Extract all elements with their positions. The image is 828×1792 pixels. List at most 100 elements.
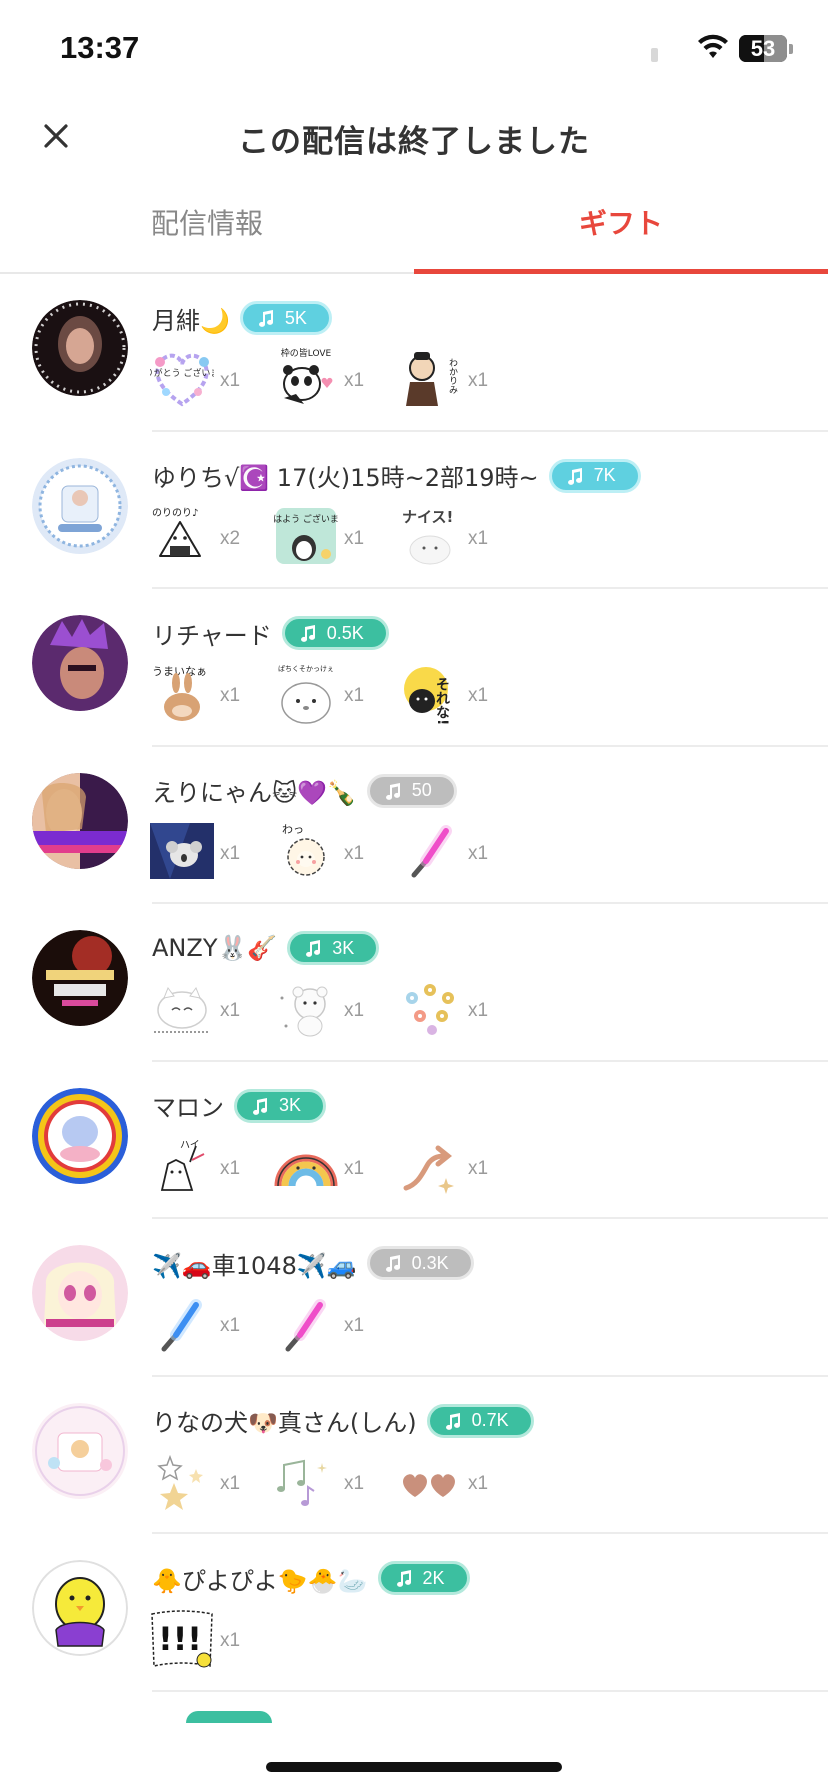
row-divider [152, 1689, 828, 1692]
pink-glowstick-icon [285, 1299, 326, 1352]
gifter-row[interactable]: ANZY🐰🎸 3K x1 x1 x1 [0, 904, 828, 1062]
status-time: 13:37 [60, 30, 140, 65]
gift-count: x1 [344, 1472, 365, 1494]
gifter-row[interactable]: ✈️🚗車1048✈️🚙 0.3K x1 x1 [0, 1219, 828, 1377]
hearts-sticker-icon [403, 1473, 455, 1497]
sheep-sticker-icon: わっ [282, 823, 325, 876]
gift-item: x1 [398, 1449, 522, 1513]
gift-item: x1 [398, 1134, 522, 1198]
gifter-row[interactable]: 月緋🌙 5K ありがとう ございます x1 枠の皆LOVE [0, 274, 828, 432]
badge-value: 0.5K [326, 622, 364, 643]
penguin-good-morning-sticker-icon: おはよう ございます [274, 507, 338, 564]
music-note-icon [396, 1570, 411, 1587]
music-note-icon [300, 625, 315, 642]
gifter-name: リチャード [152, 621, 272, 650]
nice-cat-sticker-icon: ナイス! [402, 508, 453, 564]
avatar[interactable] [32, 930, 128, 1026]
next-row-badge-partial [186, 1711, 272, 1723]
battery-icon: 53 [739, 35, 787, 62]
panda-love-sticker-icon: 枠の皆LOVE [281, 347, 333, 404]
gifter-name: ANZY🐰🎸 [152, 934, 278, 962]
music-note-icon [567, 467, 582, 485]
battery-level: 53 [750, 36, 776, 61]
gift-item: x1 [274, 1449, 398, 1513]
gift-item: !!! x1 [150, 1606, 274, 1670]
gifter-row[interactable]: リチャード 0.5K うまいなぁ x1 ぱちくそかっけぇ x1 それな!! x1 [0, 589, 828, 747]
tab-gifts[interactable]: ギフト [414, 202, 828, 242]
gifter-name: えりにゃん🐱💜🍾 [152, 779, 357, 807]
arrow-sparkle-sticker-icon [403, 1145, 454, 1194]
gift-count: x2 [220, 527, 241, 549]
gifter-name: マロン [152, 1094, 224, 1122]
gifter-name: ✈️🚗車1048✈️🚙 [152, 1251, 357, 1280]
avatar[interactable] [32, 1245, 128, 1341]
tab-bar: 配信情報 ギフト [0, 192, 828, 274]
avatar[interactable] [32, 1560, 128, 1656]
sticker-text: それな!! [434, 677, 450, 725]
gift-points-badge: 50 [366, 773, 457, 808]
tab-stream-info[interactable]: 配信情報 [0, 202, 414, 242]
gift-item: それな!! x1 [398, 661, 522, 725]
sticker-text: ナイス! [402, 508, 453, 526]
sticker-text: ぱちくそかっけぇ [278, 665, 334, 673]
music-notes-sticker-icon [277, 1459, 327, 1506]
gift-points-badge: 5K [239, 301, 332, 335]
badge-value: 50 [411, 780, 432, 800]
gifter-row[interactable]: 🐥ぴよぴよ🐤🐣🦢 2K !!! x1 [0, 1534, 828, 1692]
gift-item: うまいなぁ x1 [150, 661, 274, 725]
gift-item: のりのり♪ x2 [150, 504, 274, 568]
gift-item: ハイ x1 [150, 1134, 274, 1198]
black-cat-sorena-sticker-icon: それな!! [404, 667, 450, 725]
sticker-text: !!! [158, 1620, 202, 1658]
page-title: この配信は終了しました [238, 124, 590, 160]
gifter-row[interactable]: マロン 3K ハイ x1 x1 x1 [0, 1062, 828, 1219]
gift-count: x1 [220, 842, 241, 864]
thanks-flower-sticker-icon: ありがとう ございます [150, 353, 214, 407]
koala-sticker-icon [150, 822, 214, 879]
gift-item: x1 [398, 976, 522, 1040]
gift-item: x1 [274, 1134, 398, 1198]
gift-count: x1 [344, 1157, 365, 1179]
header: この配信は終了しました [0, 100, 828, 180]
signal-icon [651, 48, 658, 62]
gifter-name: りなの犬🐶真さん(しん) [152, 1409, 417, 1437]
gift-points-badge: 7K [548, 458, 641, 493]
rainbow-sticker-icon [274, 1154, 338, 1186]
badge-value: 5K [284, 307, 307, 328]
gift-count: x1 [468, 1157, 489, 1179]
gift-count: x1 [344, 842, 365, 864]
gifter-row[interactable]: りなの犬🐶真さん(しん) 0.7K x1 x1 x1 [0, 1377, 828, 1534]
home-indicator[interactable] [266, 1762, 562, 1772]
gift-item: x1 [274, 976, 398, 1040]
gift-item: x1 [150, 819, 274, 883]
gift-points-badge: 3K [287, 931, 380, 965]
avatar[interactable] [32, 615, 128, 711]
avatar[interactable] [32, 457, 128, 554]
gifter-row[interactable]: ゆりち√☪️ 17(火)15時~2部19時~ 7K のりのり♪ x2 おはよう [0, 432, 828, 589]
gift-count: x1 [220, 1157, 241, 1179]
music-note-icon [306, 940, 321, 957]
gift-item: ナイス! x1 [398, 504, 522, 568]
music-note-icon [258, 310, 273, 327]
gift-count: x1 [344, 1000, 365, 1021]
avatar[interactable] [32, 300, 128, 396]
gift-count: x1 [220, 1000, 241, 1021]
gift-points-badge: 0.5K [281, 616, 389, 650]
avatar[interactable] [32, 1402, 128, 1499]
sticker-text: のりのり♪ [152, 507, 198, 519]
avatar[interactable] [32, 772, 128, 869]
gift-count: x1 [344, 1315, 365, 1336]
sticker-text: ありがとう ございます [150, 367, 214, 379]
music-note-icon [445, 1412, 460, 1430]
gifter-row[interactable]: えりにゃん🐱💜🍾 50 x1 わっ x1 x1 [0, 747, 828, 904]
sticker-text: 枠の皆LOVE [281, 347, 332, 359]
gift-item: x1 [150, 976, 274, 1040]
badge-value: 0.3K [411, 1252, 449, 1273]
gift-item: x1 [274, 1291, 398, 1355]
music-note-icon [385, 782, 400, 800]
avatar[interactable] [32, 1087, 128, 1184]
gift-item: おはよう ございます x1 [274, 504, 398, 568]
gifter-list: 月緋🌙 5K ありがとう ございます x1 枠の皆LOVE [0, 274, 828, 1692]
gift-item: ぱちくそかっけぇ x1 [274, 661, 398, 725]
battery-tip [789, 44, 793, 54]
